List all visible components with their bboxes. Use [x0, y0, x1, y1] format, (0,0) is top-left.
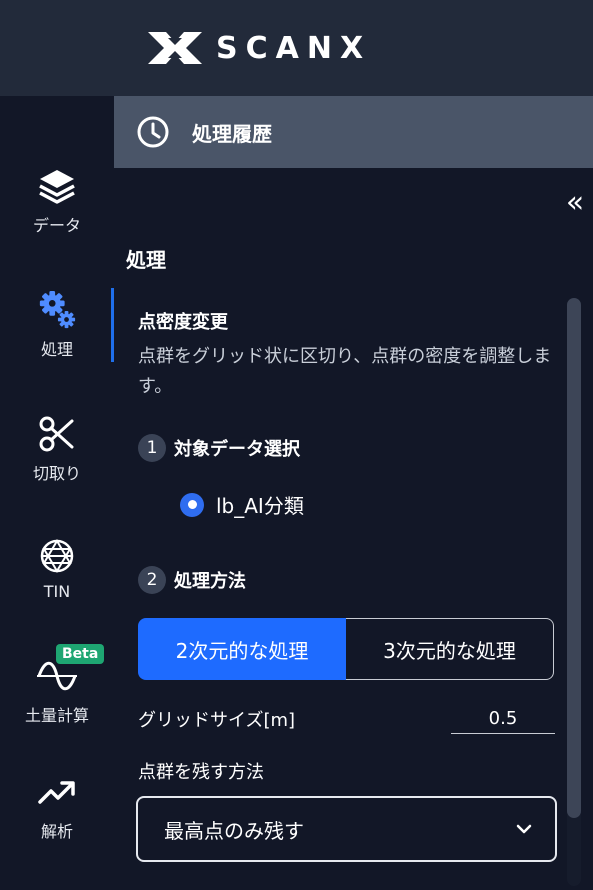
scanx-logo[interactable]: SCANX [146, 28, 371, 68]
history-bar[interactable]: 処理履歴 [114, 96, 593, 168]
step-target-data: 1 対象データ選択 [138, 434, 300, 462]
sidebar: データ 処理 切取り TIN Beta 土量計算 解析 [0, 96, 114, 890]
sidebar-item-processing[interactable]: 処理 [0, 290, 114, 380]
mesh-icon [37, 536, 77, 576]
grid-size-label: グリッドサイズ[m] [138, 710, 296, 731]
layers-icon [37, 166, 77, 206]
trend-icon [37, 772, 77, 812]
sidebar-item-label: 土量計算 [24, 706, 89, 725]
collapse-icon[interactable]: « [558, 186, 592, 220]
beta-badge: Beta [56, 644, 105, 664]
top-bar: SCANX [0, 0, 593, 96]
select-value: 最高点のみ残す [164, 818, 304, 843]
step-label: 処理方法 [174, 571, 246, 592]
radio-label: lb_AI分類 [216, 494, 304, 518]
scanx-logo-icon [148, 32, 202, 64]
scissors-icon [37, 414, 77, 454]
clock-icon [137, 116, 169, 148]
card-description: 点群をグリッド状に区切り、点群の密度を調整します。 [138, 346, 552, 397]
sidebar-item-label: TIN [43, 582, 71, 601]
sidebar-item-label: データ [32, 216, 81, 235]
card-title: 点密度変更 [138, 312, 228, 333]
sidebar-item-clip[interactable]: 切取り [0, 414, 114, 504]
sidebar-item-tin[interactable]: TIN [0, 536, 114, 626]
brand-name: SCANX [216, 30, 372, 66]
scrollbar-thumb[interactable] [567, 298, 581, 818]
gears-icon [37, 290, 77, 330]
radio-selected-icon[interactable] [180, 492, 204, 517]
grid-size-input[interactable]: 0.5 [451, 704, 555, 734]
sidebar-item-analysis[interactable]: 解析 [0, 772, 114, 862]
keep-method-select[interactable]: 最高点のみ残す [136, 796, 557, 862]
step-label: 対象データ選択 [174, 439, 300, 460]
section-title: 処理 [126, 248, 166, 272]
chevron-down-icon [516, 824, 532, 834]
step-method: 2 処理方法 [138, 566, 246, 594]
step-number: 1 [138, 434, 166, 462]
scrollbar[interactable] [567, 298, 581, 886]
sidebar-item-label: 処理 [40, 340, 73, 359]
method-3d-button[interactable]: 3次元的な処理 [346, 618, 554, 680]
keep-method-label: 点群を残す方法 [138, 762, 264, 783]
sidebar-item-volume[interactable]: Beta 土量計算 [0, 644, 114, 746]
method-2d-button[interactable]: 2次元的な処理 [138, 618, 346, 680]
sidebar-item-data[interactable]: データ [0, 166, 114, 256]
sidebar-item-label: 切取り [32, 464, 81, 483]
sidebar-item-label: 解析 [40, 822, 73, 841]
active-indicator [111, 288, 114, 362]
history-title: 処理履歴 [192, 121, 272, 146]
target-data-radio[interactable]: lb_AI分類 [180, 490, 304, 519]
method-toggle: 2次元的な処理 3次元的な処理 [138, 618, 554, 680]
step-number: 2 [138, 566, 166, 594]
